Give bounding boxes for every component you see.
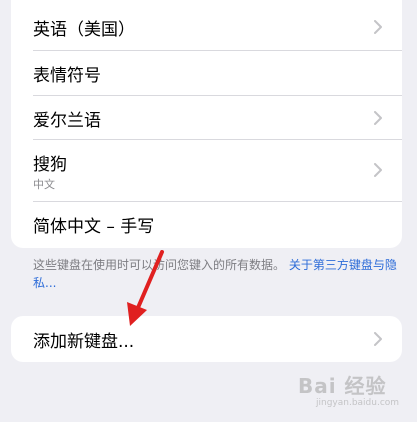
keyboard-label: 表情符号 [33,65,101,86]
keyboard-label: 搜狗 [33,155,67,175]
add-keyboard-group: 添加新键盘... [11,316,402,362]
chevron-right-icon [374,111,382,125]
chevron-right-icon [374,20,382,34]
chevron-right-icon [374,332,382,346]
chevron-right-icon [374,163,382,177]
keyboard-row-irish[interactable]: 爱尔兰语 [11,96,402,140]
add-keyboard-button[interactable]: 添加新键盘... [11,316,402,362]
keyboard-list: 英语（美国） 表情符号 爱尔兰语 搜狗 中文 简体中文 – 手写 [11,0,402,248]
keyboard-row-sogou[interactable]: 搜狗 中文 [11,140,402,200]
keyboard-label: 英语（美国） [33,19,135,40]
red-arrow-annotation [127,250,164,326]
keyboard-row-handwriting[interactable]: 简体中文 – 手写 [11,202,402,246]
keyboard-label: 简体中文 – 手写 [33,216,155,237]
watermark-text: Bai 经验 [298,374,387,398]
watermark-url: jingyan.baidu.com [316,398,400,408]
add-keyboard-label: 添加新键盘... [33,331,135,352]
keyboard-label: 爱尔兰语 [33,110,101,131]
keyboard-privacy-note: 这些键盘在使用时可以访问您键入的所有数据。 关于第三方键盘与隐私... [33,256,411,292]
keyboard-row-english-us[interactable]: 英语（美国） [11,5,402,49]
baidu-watermark: Bai 经验 jingyan.baidu.com [298,366,408,410]
keyboard-row-emoji[interactable]: 表情符号 [11,51,402,95]
keyboard-sublabel: 中文 [33,178,55,191]
